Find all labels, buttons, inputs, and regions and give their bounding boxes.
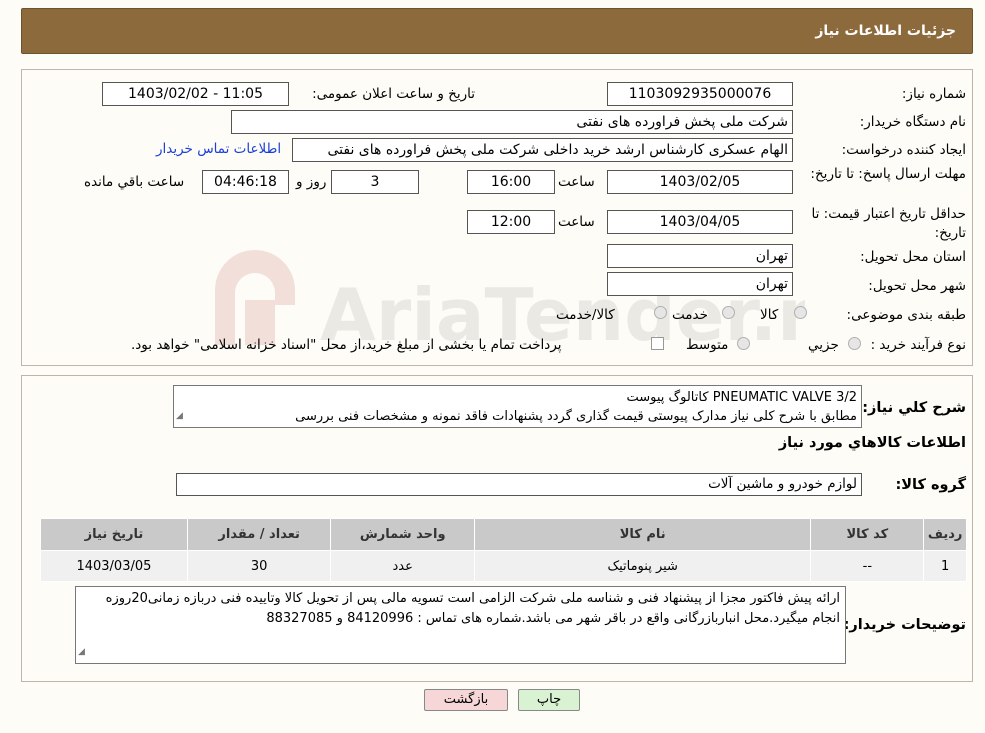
delivery-province-field: تهران xyxy=(607,244,793,268)
category-label: طبقه بندی موضوعی: xyxy=(846,307,966,323)
category-service-radio[interactable] xyxy=(722,306,735,319)
page-title: جزئیات اطلاعات نیاز xyxy=(815,23,956,39)
general-description-label: شرح کلي نياز: xyxy=(862,400,966,416)
request-creator-label: ایجاد کننده درخواست: xyxy=(841,142,966,158)
buyer-org-field: شرکت ملی پخش فراورده های نفتی xyxy=(231,110,793,134)
buyer-notes-text: ارائه پیش فاکتور مجزا از پیشنهاد فنی و ش… xyxy=(105,591,840,626)
items-table-header-row: رديف کد کالا نام کالا واحد شمارش تعداد /… xyxy=(40,518,967,551)
general-description-line2: مطابق با شرح کلی نیاز مدارک پیوستی قیمت … xyxy=(295,409,857,424)
col-row-number: رديف xyxy=(923,518,967,551)
resize-grip-icon[interactable]: ◢ xyxy=(176,407,183,426)
need-number-field: 1103092935000076 xyxy=(607,82,793,106)
remaining-time-field: 04:46:18 xyxy=(202,170,289,194)
process-minor-label: جزيي xyxy=(808,337,839,353)
price-validity-time: 12:00 xyxy=(467,210,555,234)
process-medium-label: متوسط xyxy=(686,337,729,353)
cell-item-name: شیر پنوماتیک xyxy=(473,550,812,582)
process-medium-radio[interactable] xyxy=(737,337,750,350)
reply-deadline-time: 16:00 xyxy=(467,170,555,194)
day-and-label: روز و xyxy=(296,174,327,190)
purchase-process-label: نوع فرآیند خرید : xyxy=(870,337,966,353)
request-creator-field: الهام عسکری کارشناس ارشد خرید داخلی شرکت… xyxy=(292,138,793,162)
announce-datetime-field: 1403/02/02 - 11:05 xyxy=(102,82,289,106)
cell-row-number: 1 xyxy=(923,550,967,582)
table-row: 1 -- شیر پنوماتیک عدد 30 1403/03/05 xyxy=(40,550,967,582)
delivery-province-label: استان محل تحویل: xyxy=(860,249,966,265)
announce-datetime-label: تاریخ و ساعت اعلان عمومی: xyxy=(312,86,475,102)
col-unit: واحد شمارش xyxy=(330,518,475,551)
category-goods-radio[interactable] xyxy=(794,306,807,319)
remaining-time-label: ساعت باقي مانده xyxy=(84,174,185,190)
general-description-field[interactable]: PNEUMATIC VALVE 3/2 کاتالوگ پیوست مطابق … xyxy=(173,385,862,428)
process-payment-note: پرداخت تمام یا بخشی از مبلغ خرید،از محل … xyxy=(131,337,562,353)
resize-grip-icon[interactable]: ◢ xyxy=(78,642,85,662)
delivery-city-field: تهران xyxy=(607,272,793,296)
back-button[interactable]: بازگشت xyxy=(424,689,508,711)
general-description-line1: PNEUMATIC VALVE 3/2 کاتالوگ پیوست xyxy=(626,390,857,405)
buyer-notes-label: توضیحات خریدار: xyxy=(843,617,966,633)
cell-quantity: 30 xyxy=(186,550,332,582)
cell-item-code: -- xyxy=(810,550,925,582)
col-quantity: تعداد / مقدار xyxy=(186,518,332,551)
goods-group-field: لوازم خودرو و ماشین آلات xyxy=(176,473,862,496)
process-minor-radio[interactable] xyxy=(848,337,861,350)
price-validity-date: 1403/04/05 xyxy=(607,210,793,234)
category-service-label: خدمت xyxy=(672,307,708,323)
category-goods-service-label: کالا/خدمت xyxy=(556,307,615,323)
need-number-label: شماره نیاز: xyxy=(901,86,966,102)
required-items-heading: اطلاعات کالاهاي مورد نياز xyxy=(778,435,966,451)
cell-unit: عدد xyxy=(330,550,475,582)
col-item-name: نام کالا xyxy=(473,518,812,551)
days-remaining-field: 3 xyxy=(331,170,419,194)
col-need-date: تاريخ نياز xyxy=(40,518,188,551)
buyer-notes-field[interactable]: ارائه پیش فاکتور مجزا از پیشنهاد فنی و ش… xyxy=(75,586,846,664)
price-validity-label: حداقل تاریخ اعتبار قیمت: تا تاریخ: xyxy=(811,206,966,241)
items-table: رديف کد کالا نام کالا واحد شمارش تعداد /… xyxy=(40,518,967,582)
category-goods-service-radio[interactable] xyxy=(654,306,667,319)
cell-need-date: 1403/03/05 xyxy=(40,550,188,582)
treasury-checkbox[interactable] xyxy=(651,337,664,350)
reply-deadline-date: 1403/02/05 xyxy=(607,170,793,194)
reply-deadline-label: مهلت ارسال پاسخ: تا تاریخ: xyxy=(810,166,966,182)
buyer-org-label: نام دستگاه خریدار: xyxy=(859,114,966,130)
delivery-city-label: شهر محل تحویل: xyxy=(868,278,966,294)
goods-group-label: گروه کالا: xyxy=(895,477,966,493)
price-validity-time-label: ساعت xyxy=(558,214,595,230)
print-button[interactable]: چاپ xyxy=(518,689,580,711)
page-header: جزئیات اطلاعات نیاز xyxy=(21,8,973,54)
reply-time-label: ساعت xyxy=(558,174,595,190)
buyer-contact-link[interactable]: اطلاعات تماس خریدار xyxy=(156,141,281,157)
col-item-code: کد کالا xyxy=(810,518,925,551)
category-goods-label: کالا xyxy=(760,307,779,323)
